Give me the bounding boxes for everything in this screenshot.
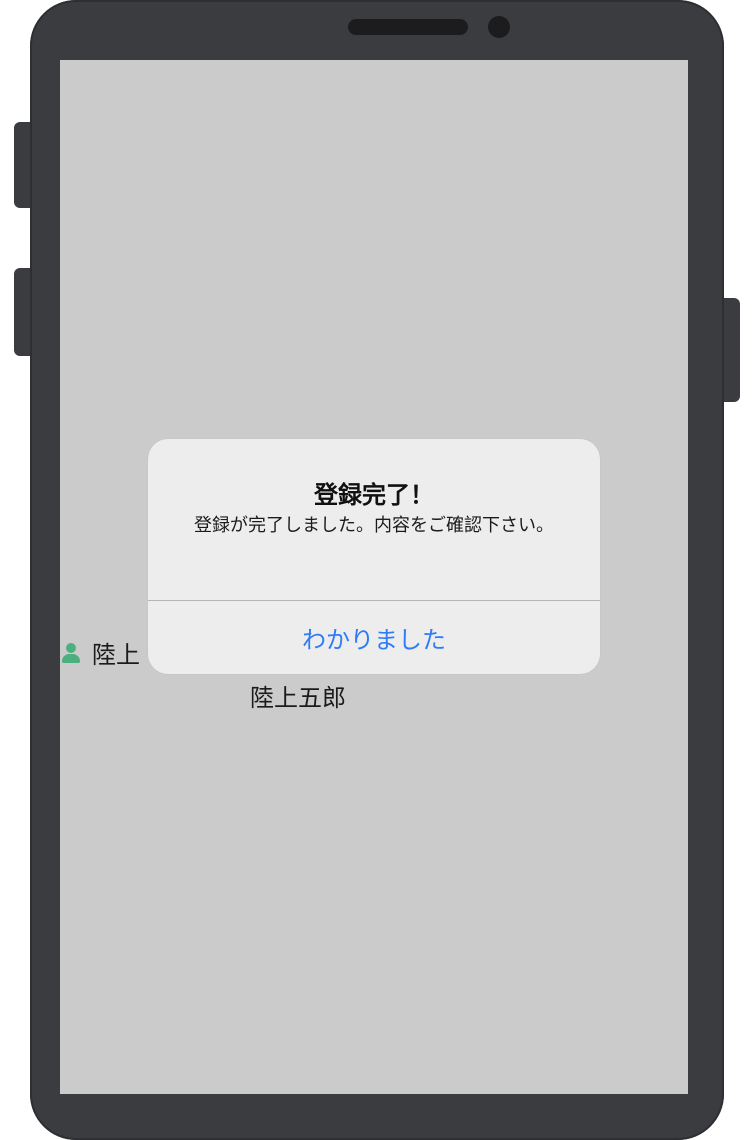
user-list-item[interactable]: 陸上 — [60, 635, 140, 670]
ok-button[interactable]: わかりました — [148, 601, 600, 674]
phone-illustration: 陸上 陸上五郎 登録完了！ 登録が完了しました。内容をご確認下さい。 わかりまし… — [0, 0, 754, 1140]
speaker-grille — [348, 19, 468, 35]
user-list-item-label: 陸上 — [92, 641, 140, 669]
front-camera — [488, 16, 510, 38]
alert-title: 登録完了！ — [314, 481, 434, 509]
alert-dialog: 登録完了！ 登録が完了しました。内容をご確認下さい。 わかりました — [148, 439, 600, 674]
alert-message: 登録が完了しました。内容をご確認下さい。 — [194, 515, 554, 536]
user-name-text: 陸上五郎 — [250, 684, 346, 712]
phone-screen: 陸上 陸上五郎 登録完了！ 登録が完了しました。内容をご確認下さい。 わかりまし… — [60, 60, 688, 1094]
person-icon — [60, 642, 82, 664]
